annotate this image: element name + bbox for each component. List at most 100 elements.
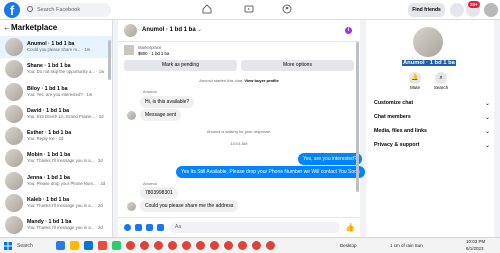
- menu-grid-icon[interactable]: [450, 3, 464, 17]
- plus-icon[interactable]: [124, 224, 131, 231]
- mark-pending-button[interactable]: Mark as pending: [124, 60, 237, 71]
- weather-widget[interactable]: 1 cm of rain Sun: [390, 243, 423, 248]
- app-icon[interactable]: [84, 241, 93, 250]
- edge-app-icon[interactable]: [56, 241, 65, 250]
- scrollbar[interactable]: [356, 42, 359, 192]
- listing-thumbnail: [124, 45, 134, 55]
- chat-avatar[interactable]: [124, 24, 137, 37]
- chat-details-panel: Anumol · 1 bd 1 ba 🔔 Mute ⌕ Search Custo…: [366, 20, 494, 237]
- chrome-icon[interactable]: [168, 241, 177, 250]
- chrome-icon[interactable]: [252, 241, 261, 250]
- listing-source: Marketplace: [138, 45, 162, 50]
- windows-taskbar: Search Desktop 1 cm of rain Sun 10:03 PM…: [0, 237, 500, 253]
- thumbs-up-icon[interactable]: 👍: [345, 223, 355, 232]
- listing-detail: $800 · 1 bd 1 ba: [138, 51, 170, 56]
- incoming-message: Message sent: [140, 109, 182, 121]
- top-navigation-bar: f Search Facebook Find friends 20+: [0, 0, 500, 20]
- search-icon: [27, 6, 33, 12]
- desktop-label[interactable]: Desktop: [340, 243, 357, 248]
- conversation-name: Shane · 1 bd 1 ba: [27, 63, 71, 70]
- chrome-icon[interactable]: [224, 241, 233, 250]
- conversation-thumbnail: [5, 82, 23, 101]
- notification-badge: 20+: [468, 1, 480, 8]
- groups-icon[interactable]: [282, 4, 292, 14]
- view-buyer-profile-link[interactable]: View buyer profile: [244, 78, 278, 83]
- search-input[interactable]: Search Facebook: [23, 3, 111, 17]
- home-icon[interactable]: [202, 4, 212, 14]
- chrome-icon[interactable]: [196, 241, 205, 250]
- time-separator: 10:01 AM: [230, 141, 248, 146]
- conversation-item[interactable]: Anumol · 1 bd 1 ba Could you please share…: [0, 36, 112, 59]
- conversation-item[interactable]: Mandy · 1 bd 1 ba You: Thanks I'll messag…: [0, 214, 112, 236]
- facebook-logo[interactable]: f: [4, 2, 20, 18]
- chat-members-section[interactable]: Chat members ⌄: [374, 114, 490, 121]
- find-friends-button[interactable]: Find friends: [408, 3, 445, 17]
- chevron-down-icon[interactable]: ⌄: [197, 26, 202, 33]
- conversation-item[interactable]: David · 1 bd 1 ba You: 915 Dreich Ln, Gra…: [0, 103, 112, 125]
- message-input[interactable]: Aa: [170, 222, 340, 233]
- gif-icon[interactable]: [157, 224, 164, 231]
- conversation-name: Mandy · 1 bd 1 ba: [27, 219, 72, 226]
- conversation-thumbnail: [5, 104, 23, 123]
- conversation-item[interactable]: Mobin · 1 bd 1 ba You: Thanks I'll messag…: [0, 147, 112, 169]
- windows-start-icon[interactable]: [4, 242, 12, 250]
- conversation-name: David · 1 bd 1 ba: [27, 107, 70, 114]
- clock-time[interactable]: 10:03 PM: [466, 239, 485, 244]
- message-composer: Aa 👍: [118, 217, 360, 237]
- conversation-name: Biloy · 1 bd 1 ba: [27, 85, 68, 92]
- back-arrow-icon[interactable]: ←: [3, 20, 11, 36]
- info-icon[interactable]: i: [345, 27, 352, 34]
- video-icon[interactable]: [244, 4, 254, 14]
- chevron-down-icon: ⌄: [484, 115, 490, 121]
- conversation-thumbnail: [5, 127, 23, 146]
- sticker-icon[interactable]: [146, 224, 153, 231]
- media-files-section[interactable]: Media, files and links ⌄: [374, 128, 490, 135]
- outgoing-message: Yes, are you interested?: [298, 153, 362, 165]
- more-options-button[interactable]: More options: [241, 60, 354, 71]
- app-icon[interactable]: [98, 241, 107, 250]
- file-explorer-icon[interactable]: [70, 241, 79, 250]
- search-conversation-button[interactable]: ⌕ Search: [429, 72, 453, 90]
- conversation-thumbnail: [5, 60, 23, 79]
- profile-avatar[interactable]: [484, 3, 498, 17]
- conversation-snippet: You: 915 Dreich Ln, Grand Prairie... · 2…: [27, 113, 104, 119]
- search-placeholder: Search Facebook: [37, 7, 81, 13]
- conversation-item[interactable]: Kaleb · 1 bd 1 ba You: Thanks I'll messag…: [0, 192, 112, 214]
- sender-label: Anumol: [143, 89, 157, 94]
- image-icon[interactable]: [135, 224, 142, 231]
- section-label: Chat members: [374, 114, 411, 120]
- mute-button[interactable]: 🔔 Mute: [403, 72, 427, 90]
- privacy-support-section[interactable]: Privacy & support ⌄: [374, 142, 490, 149]
- chrome-icon[interactable]: [154, 241, 163, 250]
- contact-avatar[interactable]: [413, 27, 443, 57]
- panel-title: Marketplace: [11, 23, 58, 32]
- listing-summary[interactable]: Marketplace $800 · 1 bd 1 ba: [118, 42, 360, 59]
- chrome-icon[interactable]: [140, 241, 149, 250]
- conversation-name: Kaleb · 1 bd 1 ba: [27, 197, 70, 204]
- scrollbar[interactable]: [108, 40, 111, 80]
- conversation-item[interactable]: Jenna · 1 bd 1 ba You: Please drop your P…: [0, 170, 112, 192]
- chrome-icon[interactable]: [266, 241, 275, 250]
- clock-date[interactable]: 6/1/2023: [466, 246, 484, 251]
- chrome-icon[interactable]: [210, 241, 219, 250]
- chat-title[interactable]: Anumol · 1 bd 1 ba: [142, 27, 196, 33]
- conversation-snippet: Could you please share m... · 1m: [27, 47, 91, 52]
- conversation-item[interactable]: Biloy · 1 bd 1 ba You: Yes, are you inter…: [0, 81, 112, 103]
- chat-started-text: Anumol started this chat.: [199, 78, 244, 83]
- chat-started-note: Anumol started this chat. View buyer pro…: [118, 78, 360, 83]
- chrome-icon[interactable]: [238, 241, 247, 250]
- chrome-icon[interactable]: [126, 241, 135, 250]
- outgoing-message: Yes Its Still Available, Please drop you…: [176, 166, 365, 178]
- conversation-name: Anumol · 1 bd 1 ba: [27, 41, 75, 47]
- conversation-snippet: You: Please drop your Phone Num... · 2d: [27, 180, 106, 186]
- chrome-icon[interactable]: [182, 241, 191, 250]
- section-label: Privacy & support: [374, 142, 420, 148]
- app-icon[interactable]: [112, 241, 121, 250]
- conversation-item[interactable]: Esther · 1 bd 1 ba You: Reply me · 2d: [0, 125, 112, 147]
- conversation-item[interactable]: Shane · 1 bd 1 ba You: Do not skip the op…: [0, 58, 112, 80]
- customize-chat-section[interactable]: Customize chat ⌄: [374, 100, 490, 107]
- mute-label: Mute: [409, 85, 420, 90]
- sender-avatar: [127, 111, 136, 120]
- conversation-snippet: You: Thanks I'll message you in a... · 2…: [27, 158, 103, 164]
- taskbar-search[interactable]: Search: [17, 241, 45, 251]
